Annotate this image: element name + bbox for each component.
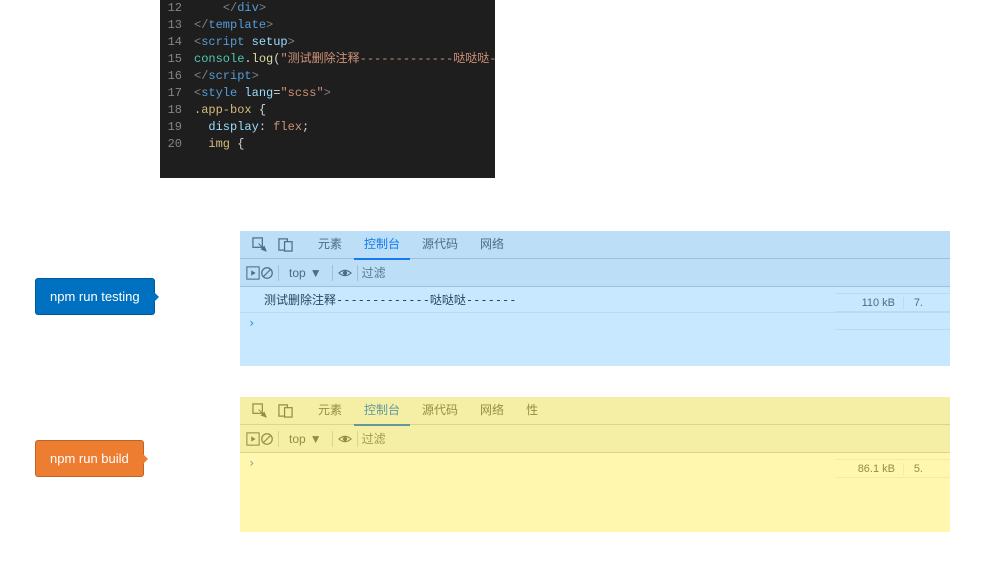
- inspect-icon[interactable]: [250, 402, 268, 420]
- devtools-toolbar: 元素 控制台 源代码 网络 性: [240, 397, 950, 425]
- devtools-panel-testing: 元素 控制台 源代码 网络 top ▼ 测试删除注释-------------哒…: [240, 231, 950, 366]
- code-line: </script>: [194, 68, 259, 85]
- tab-performance[interactable]: 性: [516, 397, 548, 426]
- clear-icon[interactable]: [260, 432, 274, 446]
- filter-input[interactable]: [362, 266, 442, 280]
- play-icon[interactable]: [246, 432, 260, 446]
- tab-sources[interactable]: 源代码: [412, 231, 468, 260]
- clear-icon[interactable]: [260, 266, 274, 280]
- tab-network[interactable]: 网络: [470, 397, 514, 426]
- code-line: display: flex;: [194, 119, 309, 136]
- inspect-icon[interactable]: [250, 236, 268, 254]
- code-line: <script setup>: [194, 34, 295, 51]
- line-number: 12: [160, 0, 194, 17]
- chevron-down-icon: ▼: [310, 266, 322, 280]
- line-number: 19: [160, 119, 194, 136]
- devtools-tabs: 元素 控制台 源代码 网络: [308, 231, 514, 260]
- play-icon[interactable]: [246, 266, 260, 280]
- callout-build: npm run build: [35, 440, 144, 477]
- code-line: <style lang="scss">: [194, 85, 331, 102]
- line-number: 18: [160, 102, 194, 119]
- size-row: [835, 276, 950, 294]
- code-line: console.log("测试删除注释-------------哒哒哒-----…: [194, 51, 495, 68]
- tab-console[interactable]: 控制台: [354, 231, 410, 260]
- code-line: </template>: [194, 17, 273, 34]
- device-icon[interactable]: [276, 402, 294, 420]
- network-sizes: 110 kB7.: [835, 276, 950, 330]
- devtools-panel-build: 元素 控制台 源代码 网络 性 top ▼ › 86.1 kB5.: [240, 397, 950, 532]
- line-number: 17: [160, 85, 194, 102]
- callout-testing: npm run testing: [35, 278, 155, 315]
- tab-sources[interactable]: 源代码: [412, 397, 468, 426]
- size-row: [835, 442, 950, 460]
- size-row: [835, 312, 950, 330]
- tab-network[interactable]: 网络: [470, 231, 514, 260]
- chevron-down-icon: ▼: [310, 432, 322, 446]
- line-number: 14: [160, 34, 194, 51]
- network-sizes: 86.1 kB5.: [835, 442, 950, 478]
- eye-icon[interactable]: [337, 432, 353, 446]
- line-number: 13: [160, 17, 194, 34]
- device-icon[interactable]: [276, 236, 294, 254]
- size-row: 110 kB7.: [835, 294, 950, 312]
- eye-icon[interactable]: [337, 266, 353, 280]
- code-editor: 12 </div> 13</template> 14<script setup>…: [160, 0, 495, 178]
- devtools-tabs: 元素 控制台 源代码 网络 性: [308, 397, 548, 426]
- tab-elements[interactable]: 元素: [308, 397, 352, 426]
- code-line: .app-box {: [194, 102, 266, 119]
- context-selector[interactable]: top ▼: [289, 266, 322, 280]
- context-selector[interactable]: top ▼: [289, 432, 322, 446]
- tab-elements[interactable]: 元素: [308, 231, 352, 260]
- size-row: 86.1 kB5.: [835, 460, 950, 478]
- devtools-toolbar: 元素 控制台 源代码 网络: [240, 231, 950, 259]
- line-number: 15: [160, 51, 194, 68]
- code-line: img {: [194, 136, 244, 153]
- code-line: </div>: [194, 0, 266, 17]
- line-number: 20: [160, 136, 194, 153]
- line-number: 16: [160, 68, 194, 85]
- tab-console[interactable]: 控制台: [354, 397, 410, 426]
- filter-input[interactable]: [362, 432, 442, 446]
